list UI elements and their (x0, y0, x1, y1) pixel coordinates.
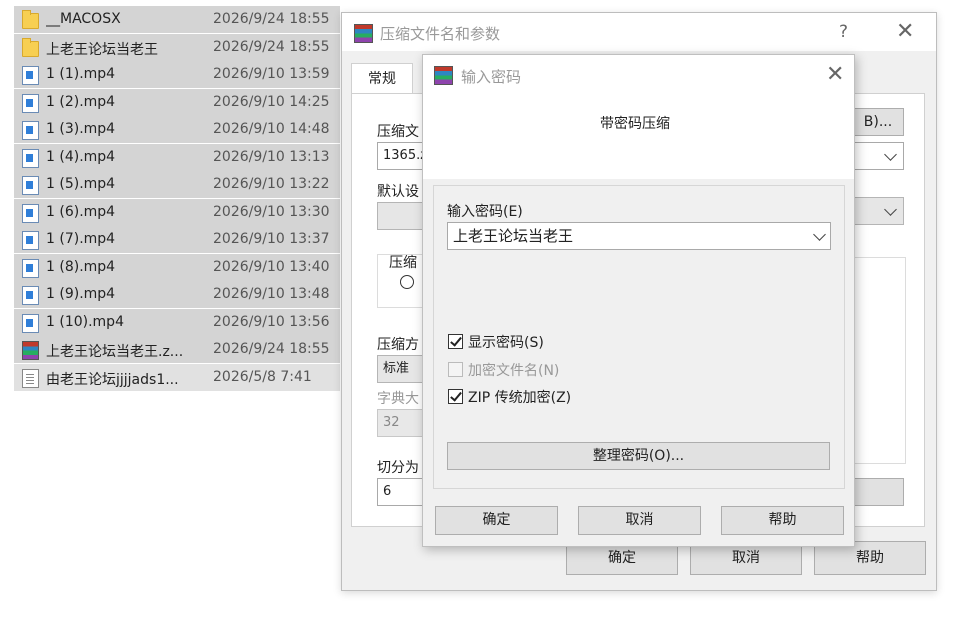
tab-general[interactable]: 常规 (351, 63, 413, 94)
chevron-down-icon (813, 228, 826, 241)
list-item[interactable]: 1 (8).mp4 2026/9/10 13:40 (14, 253, 340, 281)
file-name: 1 (5).mp4 (46, 176, 116, 192)
list-item[interactable]: 1 (7).mp4 2026/9/10 13:37 (14, 226, 340, 253)
video-file-icon (22, 93, 39, 113)
compression-method-label: 压缩方 (377, 337, 419, 353)
file-date: 2026/9/10 13:13 (213, 148, 330, 165)
format-radio-button[interactable] (400, 275, 414, 289)
file-name: 1 (1).mp4 (46, 66, 116, 82)
file-date: 2026/9/10 13:22 (213, 176, 330, 192)
file-date: 2026/9/10 13:30 (213, 203, 330, 220)
ok-button[interactable]: 确定 (435, 506, 558, 535)
set-password-button[interactable] (852, 478, 904, 506)
video-file-icon (22, 66, 39, 85)
dialog-title: 压缩文件名和参数 (380, 25, 501, 43)
file-name: 由老王论坛jjjjads1... (46, 371, 179, 388)
video-file-icon (22, 176, 39, 195)
update-mode-dropdown[interactable] (852, 197, 904, 225)
file-date: 2026/9/10 14:48 (213, 121, 330, 137)
file-name: 上老王论坛当老王 (46, 41, 158, 58)
folder-icon (22, 10, 39, 29)
zip-legacy-encryption-checkbox[interactable] (448, 389, 463, 404)
file-date: 2026/5/8 7:41 (213, 368, 312, 385)
default-settings-label: 默认设 (377, 184, 419, 200)
enter-password-label: 输入密码(E) (447, 204, 523, 220)
help-icon[interactable]: ? (839, 22, 848, 42)
password-frame: 输入密码(E) 上老王论坛当老王 显示密码(S) 加密文件名(N) ZIP 传统… (433, 185, 845, 489)
file-date: 2026/9/24 18:55 (213, 11, 330, 27)
file-name: 1 (2).mp4 (46, 93, 116, 110)
file-name: 1 (9).mp4 (46, 286, 116, 302)
show-password-checkbox[interactable] (448, 334, 463, 349)
file-name: 上老王论坛当老王.z... (46, 344, 184, 360)
file-name: 1 (6).mp4 (46, 203, 116, 220)
zip-legacy-encryption-label: ZIP 传统加密(Z) (468, 390, 572, 406)
split-to-volumes-label: 切分为 (377, 460, 419, 476)
heading-area: 带密码压缩 (423, 95, 854, 179)
dictionary-size-label: 字典大 (377, 391, 419, 407)
password-value: 上老王论坛当老王 (453, 227, 574, 245)
list-item[interactable]: 1 (10).mp4 2026/9/10 13:56 (14, 308, 340, 336)
file-date: 2026/9/10 14:25 (213, 93, 330, 110)
list-item[interactable]: 1 (5).mp4 2026/9/10 13:22 (14, 171, 340, 198)
dialog-titlebar: 压缩文件名和参数 ? ✕ (342, 13, 936, 51)
encrypt-filenames-label: 加密文件名(N) (468, 363, 560, 379)
winrar-icon (354, 24, 373, 43)
file-name: 1 (10).mp4 (46, 313, 124, 330)
file-name: 1 (8).mp4 (46, 258, 116, 275)
list-item[interactable]: 1 (1).mp4 2026/9/10 13:59 (14, 61, 340, 88)
list-item[interactable]: 1 (6).mp4 2026/9/10 13:30 (14, 198, 340, 226)
enter-password-dialog: 输入密码 ✕ 带密码压缩 输入密码(E) 上老王论坛当老王 显示密码(S) 加密… (422, 54, 855, 547)
video-file-icon (22, 286, 39, 305)
list-item[interactable]: 上老王论坛当老王 2026/9/24 18:55 (14, 33, 340, 61)
text-file-icon (22, 368, 39, 388)
file-date: 2026/9/10 13:59 (213, 66, 330, 82)
list-item[interactable]: 1 (3).mp4 2026/9/10 14:48 (14, 116, 340, 143)
list-item[interactable]: 上老王论坛当老王.z... 2026/9/24 18:55 (14, 336, 340, 363)
chevron-down-icon (884, 203, 897, 216)
show-password-label: 显示密码(S) (468, 335, 544, 351)
file-date: 2026/9/24 18:55 (213, 341, 330, 357)
file-date: 2026/9/10 13:37 (213, 231, 330, 247)
file-date: 2026/9/10 13:56 (213, 313, 330, 330)
list-item[interactable]: 由老王论坛jjjjads1... 2026/5/8 7:41 (14, 363, 340, 391)
dialog-title: 输入密码 (461, 68, 522, 86)
archive-name-label: 压缩文 (377, 124, 419, 140)
close-icon[interactable]: ✕ (826, 64, 844, 86)
encrypt-filenames-checkbox[interactable] (448, 362, 463, 377)
organize-passwords-button[interactable]: 整理密码(O)... (447, 442, 830, 470)
video-file-icon (22, 258, 39, 278)
browse-button[interactable]: B)... (852, 108, 904, 136)
winrar-icon (434, 66, 453, 85)
password-heading: 带密码压缩 (600, 116, 670, 132)
list-item[interactable]: 1 (2).mp4 2026/9/10 14:25 (14, 88, 340, 116)
video-file-icon (22, 148, 39, 168)
help-button[interactable]: 帮助 (721, 506, 844, 535)
archiving-options-group (852, 257, 906, 464)
close-icon[interactable]: ✕ (896, 21, 914, 43)
file-name: 1 (3).mp4 (46, 121, 116, 137)
archive-file-icon (22, 341, 39, 360)
password-input[interactable]: 上老王论坛当老王 (447, 222, 831, 250)
video-file-icon (22, 313, 39, 333)
chevron-down-icon (884, 148, 897, 161)
cancel-button[interactable]: 取消 (578, 506, 701, 535)
archive-format-label: 压缩 (389, 255, 417, 271)
folder-icon (22, 37, 39, 57)
list-item[interactable]: 1 (9).mp4 2026/9/10 13:48 (14, 281, 340, 308)
video-file-icon (22, 121, 39, 140)
archive-name-dropdown[interactable] (852, 142, 904, 170)
file-date: 2026/9/10 13:48 (213, 286, 330, 302)
video-file-icon (22, 231, 39, 250)
dialog-titlebar: 输入密码 ✕ (423, 55, 854, 95)
file-name: 1 (7).mp4 (46, 231, 116, 247)
file-name: __MACOSX (46, 11, 121, 27)
file-date: 2026/9/10 13:40 (213, 258, 330, 275)
file-name: 1 (4).mp4 (46, 148, 116, 165)
list-item[interactable]: 1 (4).mp4 2026/9/10 13:13 (14, 143, 340, 171)
video-file-icon (22, 203, 39, 223)
list-item[interactable]: __MACOSX 2026/9/24 18:55 (14, 6, 340, 33)
file-date: 2026/9/24 18:55 (213, 38, 330, 55)
